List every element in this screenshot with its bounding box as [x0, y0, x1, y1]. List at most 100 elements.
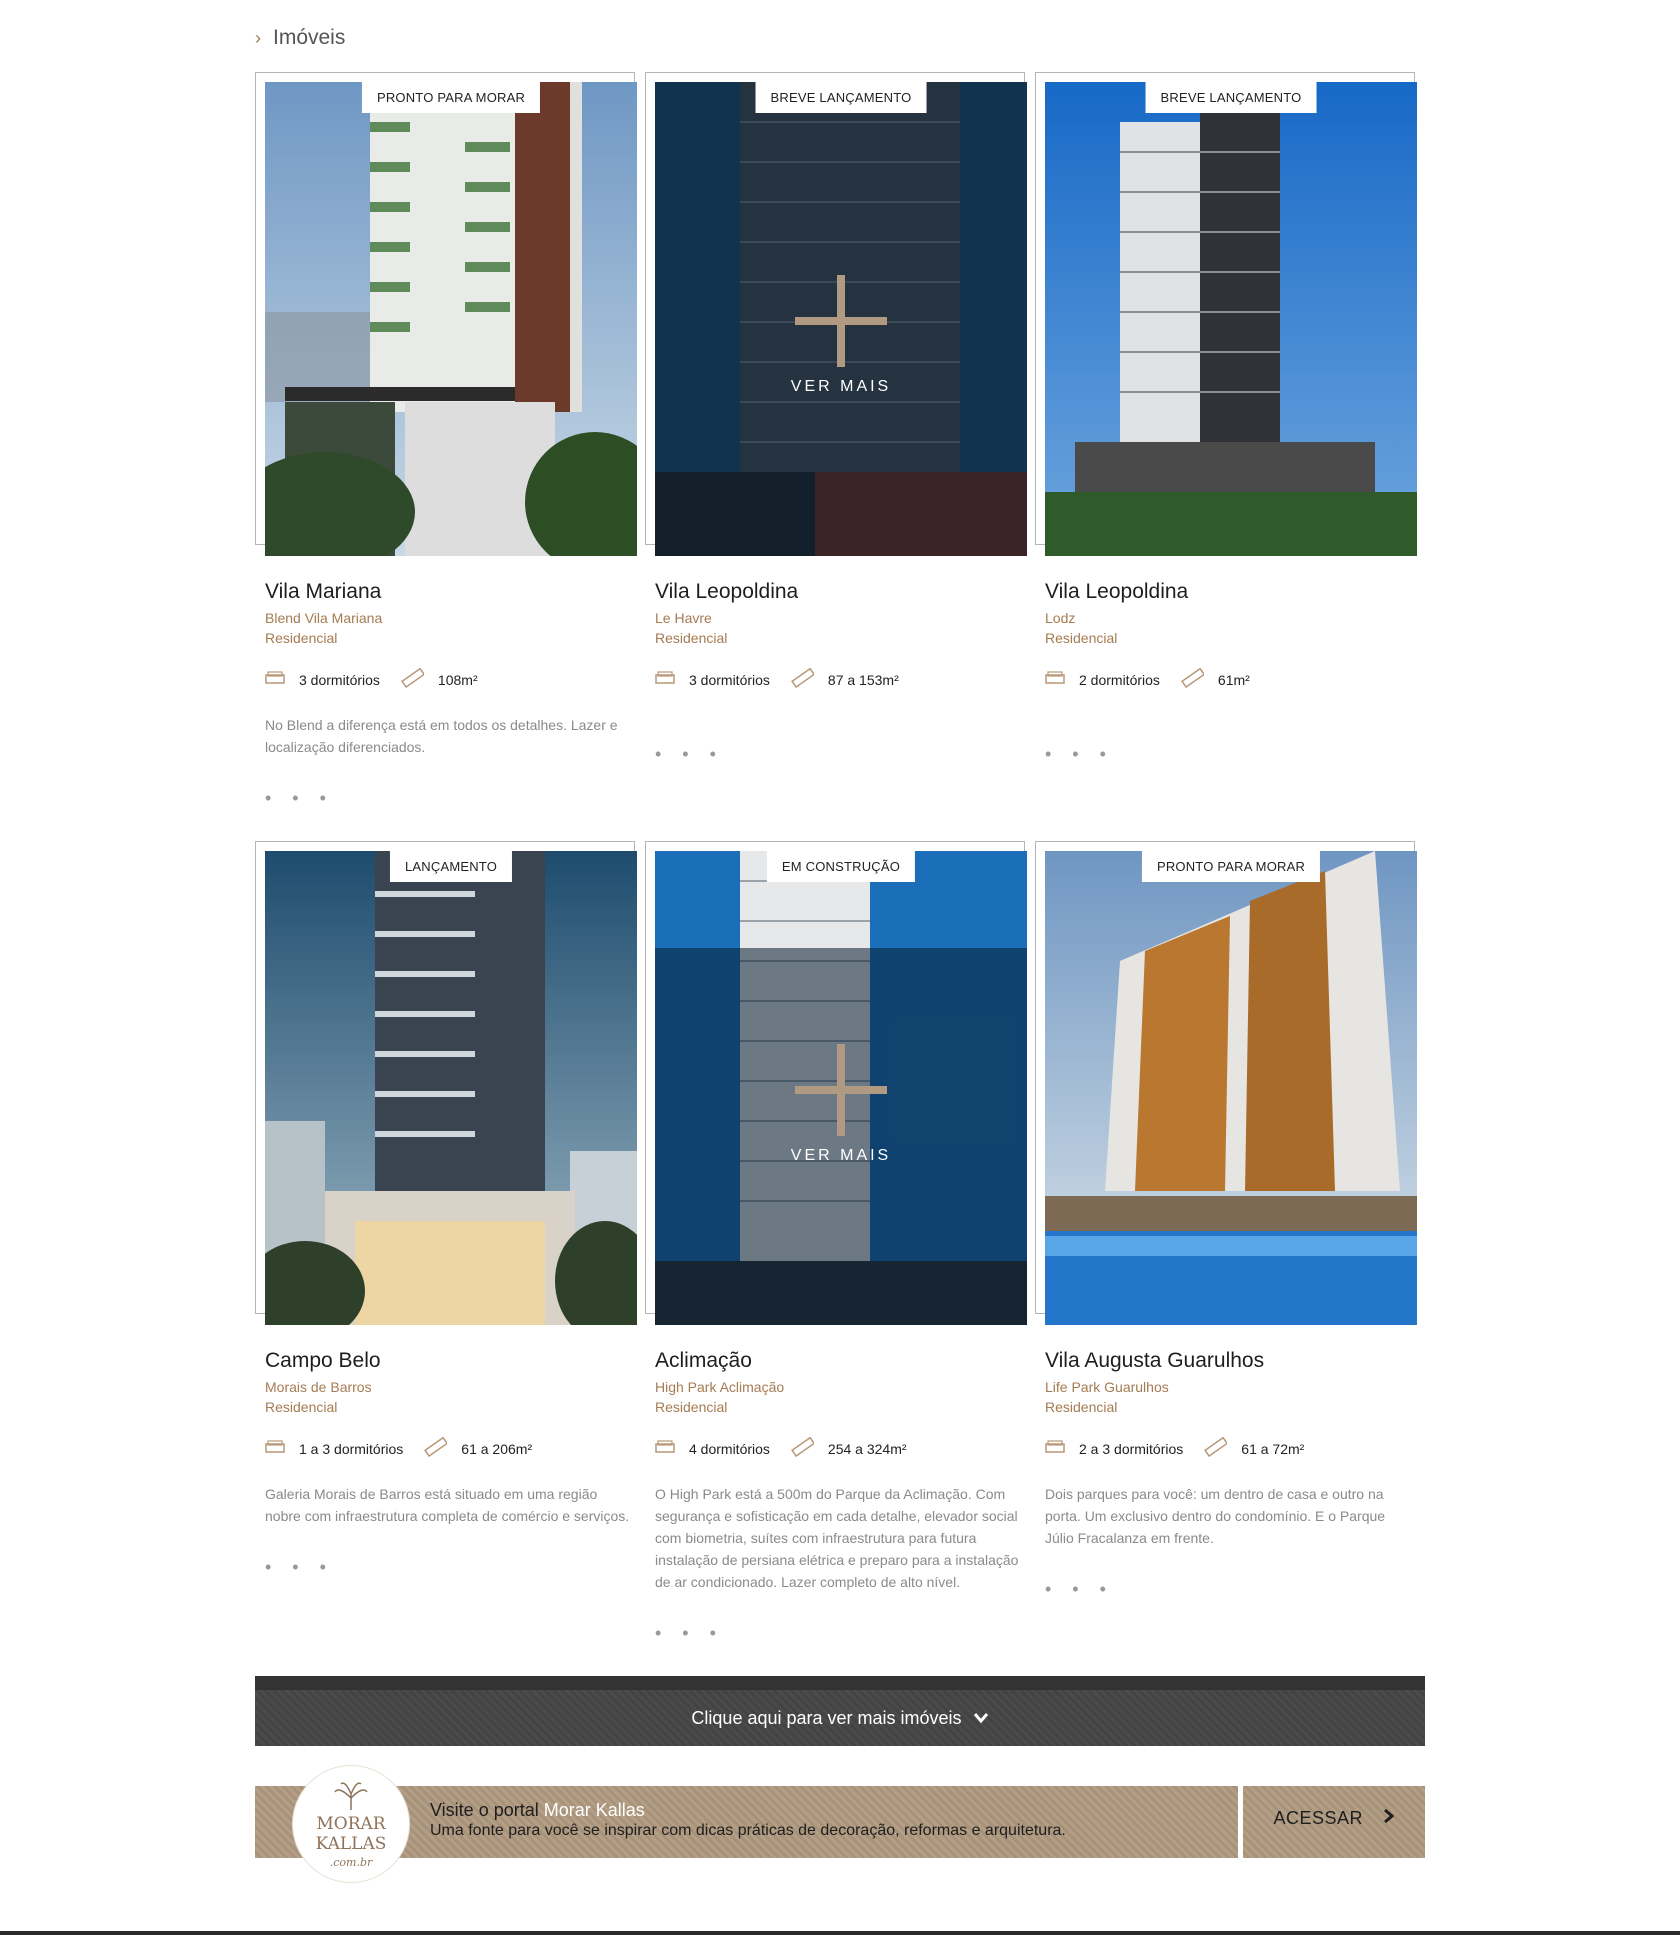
footer-rule [0, 1931, 1680, 1935]
more-dots[interactable]: • • • [265, 1557, 334, 1578]
property-description: Galeria Morais de Barros está situado em… [265, 1486, 630, 1524]
bed-icon [1045, 1439, 1065, 1458]
rooms-text: 2 a 3 dormitórios [1079, 1440, 1184, 1457]
plant-icon [334, 1782, 368, 1810]
more-dots[interactable]: • • • [1045, 744, 1114, 765]
breadcrumb-label: Imóveis [273, 26, 346, 49]
acessar-label: ACESSAR [1243, 1808, 1425, 1829]
status-badge: EM CONSTRUÇÃO [766, 851, 916, 882]
property-features: 1 a 3 dormitórios 61 a 206m² [265, 1436, 552, 1460]
property-card[interactable]: VER MAIS BREVE LANÇAMENTO Vila Leopoldin… [645, 72, 1027, 772]
rooms-text: 3 dormitórios [299, 671, 380, 688]
property-subtitle: High Park Aclimação [655, 1379, 785, 1395]
property-type: Residencial [265, 1399, 338, 1415]
hover-overlay: VER MAIS [655, 948, 1027, 1325]
property-photo[interactable]: BREVE LANÇAMENTO [1045, 82, 1417, 556]
property-title[interactable]: Vila Leopoldina [1045, 580, 1188, 604]
property-title[interactable]: Vila Mariana [265, 580, 381, 604]
building-image [1045, 82, 1417, 556]
building-image [265, 851, 637, 1325]
rooms-text: 1 a 3 dormitórios [299, 1440, 404, 1457]
ruler-icon [1203, 1436, 1229, 1460]
logo-line-1: MORAR [316, 1814, 386, 1834]
area-text: 61 a 72m² [1241, 1440, 1305, 1457]
status-badge: BREVE LANÇAMENTO [755, 82, 927, 113]
property-card[interactable]: VER MAIS EM CONSTRUÇÃO Aclimação High Pa… [645, 841, 1027, 1661]
property-subtitle: Lodz [1045, 610, 1076, 626]
property-card[interactable]: PRONTO PARA MORAR Vila Mariana Blend Vil… [255, 72, 637, 832]
property-photo[interactable]: VER MAIS BREVE LANÇAMENTO [655, 82, 1027, 556]
property-features: 2 dormitórios 61m² [1045, 667, 1270, 691]
area-text: 108m² [437, 671, 478, 688]
portal-link[interactable]: MORAR KALLAS .com.br Visite o portal Mor… [255, 1766, 1238, 1882]
area-text: 87 a 153m² [827, 671, 899, 688]
property-features: 4 dormitórios 254 a 324m² [655, 1436, 927, 1460]
ruler-icon [790, 667, 816, 691]
chevron-right-icon [1383, 1808, 1395, 1829]
property-subtitle: Life Park Guarulhos [1045, 1379, 1169, 1395]
status-badge: PRONTO PARA MORAR [1141, 851, 1321, 882]
logo-line-3: .com.br [329, 1856, 373, 1869]
building-image [265, 82, 637, 556]
bed-icon [655, 670, 675, 689]
property-card[interactable]: LANÇAMENTO Campo Belo Morais de Barros R… [255, 841, 637, 1601]
property-subtitle: Blend Vila Mariana [265, 610, 383, 626]
property-photo[interactable]: LANÇAMENTO [265, 851, 637, 1325]
area-text: 61 a 206m² [461, 1440, 533, 1457]
property-features: 3 dormitórios 108m² [265, 667, 498, 691]
acessar-button[interactable]: ACESSAR [1243, 1786, 1425, 1858]
property-photo[interactable]: PRONTO PARA MORAR [1045, 851, 1417, 1325]
more-dots[interactable]: • • • [1045, 1579, 1114, 1600]
plus-icon-vertical [837, 275, 845, 367]
portal-tagline: Uma fonte para você se inspirar com dica… [430, 1822, 1066, 1839]
property-subtitle: Morais de Barros [265, 1379, 372, 1395]
property-title[interactable]: Vila Augusta Guarulhos [1045, 1349, 1264, 1373]
property-title[interactable]: Aclimação [655, 1349, 752, 1373]
ver-mais-label[interactable]: VER MAIS [655, 378, 1027, 396]
portal-headline: Visite o portal Morar Kallas [430, 1800, 645, 1821]
area-text: 254 a 324m² [827, 1440, 907, 1457]
property-title[interactable]: Campo Belo [265, 1349, 381, 1373]
more-dots[interactable]: • • • [655, 744, 724, 765]
property-photo[interactable]: PRONTO PARA MORAR [265, 82, 637, 556]
chevron-right-icon: › [255, 27, 261, 48]
ver-mais-label[interactable]: VER MAIS [655, 1147, 1027, 1165]
status-badge: BREVE LANÇAMENTO [1145, 82, 1317, 113]
property-type: Residencial [1045, 1399, 1118, 1415]
ruler-icon [423, 1436, 449, 1460]
bed-icon [1045, 670, 1065, 689]
property-card[interactable]: PRONTO PARA MORAR Vila Augusta Guarulhos… [1035, 841, 1417, 1601]
load-more-text: Clique aqui para ver mais imóveis [691, 1708, 962, 1728]
bed-icon [655, 1439, 675, 1458]
property-features: 2 a 3 dormitórios 61 a 72m² [1045, 1436, 1324, 1460]
property-type: Residencial [1045, 630, 1118, 646]
property-description: Dois parques para você: um dentro de cas… [1045, 1486, 1386, 1546]
property-photo[interactable]: VER MAIS EM CONSTRUÇÃO [655, 851, 1027, 1325]
status-badge: LANÇAMENTO [389, 851, 513, 882]
morar-kallas-logo: MORAR KALLAS .com.br [293, 1766, 409, 1882]
rooms-text: 4 dormitórios [689, 1440, 770, 1457]
property-title[interactable]: Vila Leopoldina [655, 580, 798, 604]
property-description: O High Park está a 500m do Parque da Acl… [655, 1486, 1019, 1590]
bed-icon [265, 670, 285, 689]
portal-banner: MORAR KALLAS .com.br Visite o portal Mor… [255, 1766, 1425, 1882]
property-subtitle: Le Havre [655, 610, 712, 626]
portal-brand: Morar Kallas [543, 1800, 645, 1820]
ruler-icon [400, 667, 426, 691]
more-dots[interactable]: • • • [265, 788, 334, 809]
plus-icon-vertical [837, 1044, 845, 1136]
building-image [1045, 851, 1417, 1325]
more-dots[interactable]: • • • [655, 1623, 724, 1644]
breadcrumb[interactable]: › Imóveis [255, 26, 345, 50]
chevron-down-icon [973, 1708, 989, 1729]
property-type: Residencial [265, 630, 338, 646]
load-more-button[interactable]: Clique aqui para ver mais imóveis [255, 1676, 1425, 1746]
rooms-text: 3 dormitórios [689, 671, 770, 688]
ruler-icon [790, 1436, 816, 1460]
bed-icon [265, 1439, 285, 1458]
load-more-label: Clique aqui para ver mais imóveis [255, 1708, 1425, 1729]
logo-line-2: KALLAS [315, 1834, 387, 1854]
property-card[interactable]: BREVE LANÇAMENTO Vila Leopoldina Lodz Re… [1035, 72, 1417, 772]
ruler-icon [1180, 667, 1206, 691]
area-text: 61m² [1217, 671, 1250, 688]
